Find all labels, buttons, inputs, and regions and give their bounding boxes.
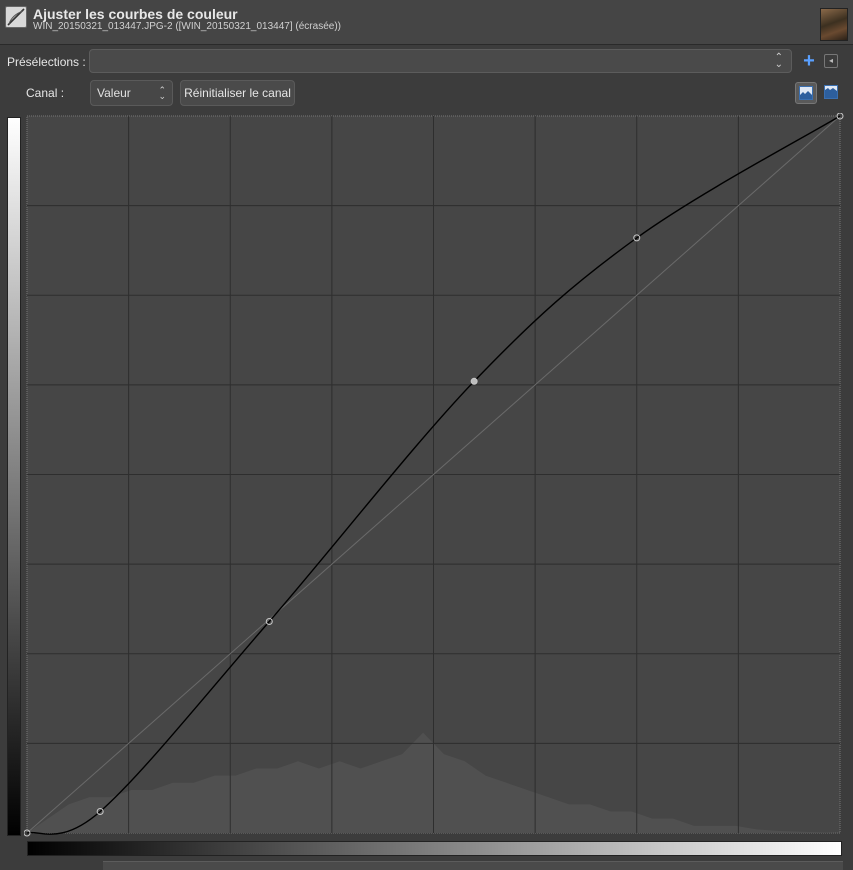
image-thumbnail	[820, 8, 848, 41]
image-name: WIN_20150321_013447.JPG-2 ([WIN_20150321…	[33, 21, 341, 32]
updown-arrow-icon: ⌃ ⌄	[774, 52, 783, 70]
dialog-header: Ajuster les courbes de couleur WIN_20150…	[0, 0, 853, 45]
curve-point-selected[interactable]	[470, 377, 478, 385]
menu-icon: ◂	[828, 56, 833, 65]
plus-icon: +	[803, 50, 815, 72]
curves-tool-icon	[5, 6, 27, 28]
add-preset-button[interactable]: +	[800, 50, 818, 72]
presets-menu-button[interactable]: ◂	[824, 54, 838, 68]
linear-histogram-button[interactable]	[795, 82, 817, 104]
input-gradient-bar	[27, 841, 842, 856]
presets-label: Présélections :	[7, 55, 86, 69]
bottom-control[interactable]	[103, 861, 843, 870]
dialog-title: Ajuster les courbes de couleur	[33, 6, 238, 22]
output-gradient-bar	[7, 117, 21, 836]
reset-channel-button[interactable]: Réinitialiser le canal	[180, 80, 295, 106]
channel-label: Canal :	[26, 86, 65, 100]
logarithmic-histogram-icon	[824, 85, 838, 99]
channel-select[interactable]: Valeur ⌃ ⌄	[90, 80, 173, 106]
updown-arrow-icon: ⌃ ⌄	[158, 85, 166, 101]
log-histogram-button[interactable]	[821, 82, 843, 104]
curve-editor[interactable]	[24, 113, 844, 837]
linear-histogram-icon	[799, 86, 813, 100]
channel-value: Valeur	[97, 86, 131, 100]
presets-dropdown[interactable]: ⌃ ⌄	[89, 49, 792, 73]
